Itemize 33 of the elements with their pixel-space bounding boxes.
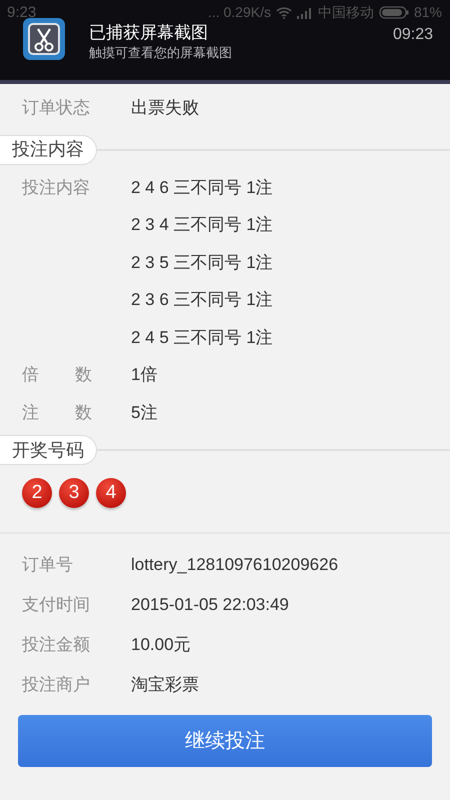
field-label: 投注商户 bbox=[22, 674, 91, 696]
field-label: 投注金额 bbox=[22, 634, 91, 656]
field-value: 出票失败 bbox=[131, 97, 199, 119]
status-time: 9:23 bbox=[7, 3, 36, 23]
battery-level: 81% bbox=[414, 3, 442, 22]
field-value: 1倍 bbox=[131, 364, 158, 386]
notification-time: 09:23 bbox=[392, 25, 433, 45]
carrier-name: 中国移动 bbox=[318, 3, 374, 22]
bet-entry: 2 3 6 三不同号 1注 bbox=[131, 289, 273, 311]
field-value: 5注 bbox=[131, 402, 158, 424]
bet-entry: 2 3 4 三不同号 1注 bbox=[131, 214, 273, 236]
field-label: 订单号 bbox=[22, 554, 74, 576]
scissors-icon bbox=[22, 17, 66, 61]
notification-text: 触摸可查看您的屏幕截图 bbox=[89, 44, 232, 61]
battery-icon bbox=[378, 6, 409, 19]
field-label: 投注内容 bbox=[22, 176, 91, 198]
bet-entry: 2 4 5 三不同号 1注 bbox=[131, 326, 273, 348]
field-label: 支付时间 bbox=[22, 594, 91, 616]
bet-entry: 2 3 5 三不同号 1注 bbox=[131, 252, 273, 274]
field-label: 订单状态 bbox=[22, 97, 91, 119]
field-value: 10.00元 bbox=[131, 634, 191, 656]
notification-title: 已捕获屏幕截图 bbox=[89, 22, 208, 44]
bet-entry: 2 4 6 三不同号 1注 bbox=[131, 176, 273, 198]
field-value: lottery_1281097610209626 bbox=[131, 554, 338, 576]
field-value: 2015-01-05 22:03:49 bbox=[131, 594, 289, 616]
field-label: 倍数 bbox=[22, 364, 129, 386]
field-value: 淘宝彩票 bbox=[131, 674, 199, 696]
network-speed: ... 0.29K/s bbox=[208, 3, 271, 22]
continue-button[interactable]: 继续投注 bbox=[18, 714, 432, 766]
notification-panel[interactable]: 9:23 ... 0.29K/s 中国移动 81% 已捕获屏幕截图 触摸可查看您的屏幕截图 09:23 bbox=[0, 0, 450, 84]
field-label: 注数 bbox=[22, 402, 129, 424]
signal-icon bbox=[296, 6, 313, 18]
wifi-icon bbox=[276, 6, 292, 18]
